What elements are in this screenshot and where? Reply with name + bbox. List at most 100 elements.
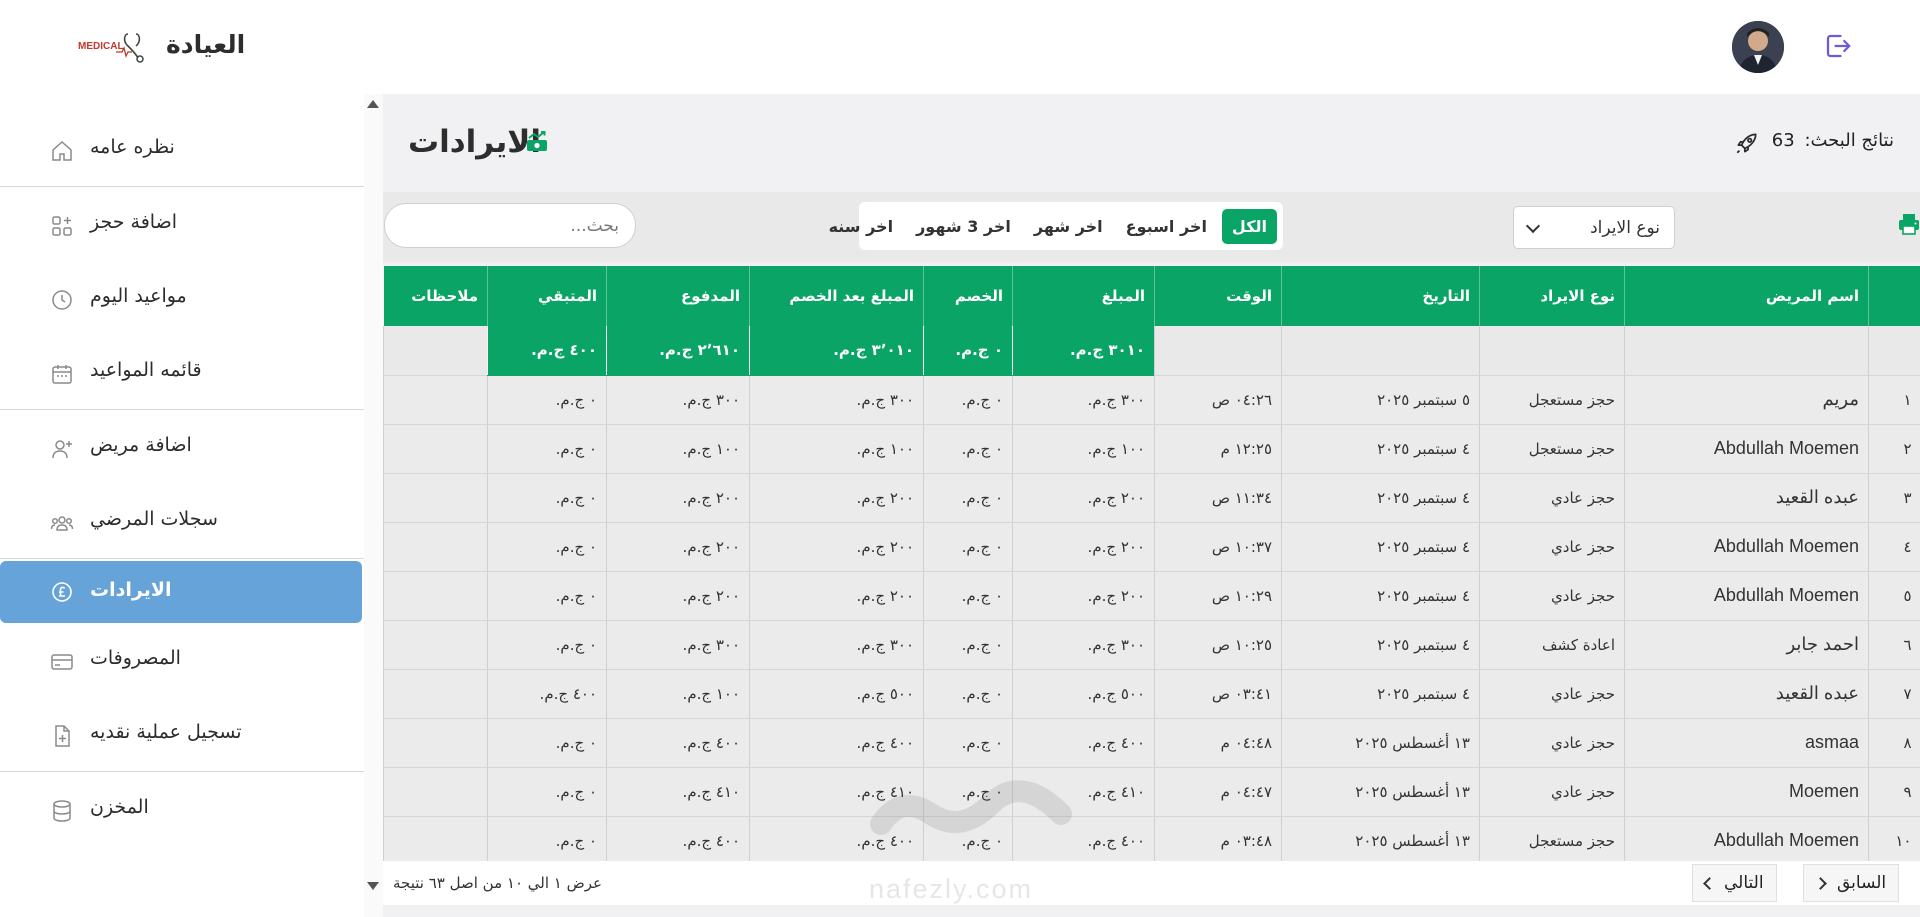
cell-row-index: ١٠ <box>1868 816 1920 861</box>
cell-discount: ٠ ج.م. <box>923 767 1013 817</box>
col-header-revenue-type[interactable]: نوع الايراد <box>1479 266 1625 326</box>
sidebar-item-label: اضافة حجز <box>90 211 178 233</box>
cell-notes <box>383 669 488 719</box>
brand[interactable]: MEDICAL العيادة <box>76 26 246 66</box>
sidebar-item-storage[interactable]: المخزن <box>0 772 364 846</box>
col-header-notes[interactable]: ملاحظات <box>383 266 488 326</box>
sidebar-divider <box>0 558 364 559</box>
previous-page-button[interactable]: السابق <box>1803 864 1900 902</box>
next-label: التالي <box>1724 873 1764 893</box>
user-avatar[interactable] <box>1732 21 1784 73</box>
cell-discount: ٠ ج.م. <box>923 816 1013 861</box>
results-count: 63 <box>1771 130 1795 151</box>
cell-amount: ٢٠٠ ج.م. <box>1012 522 1155 572</box>
chevron-right-icon <box>1814 876 1827 890</box>
col-header-remaining[interactable]: المتبقي <box>487 266 607 326</box>
cell-row-index: ١ <box>1868 375 1920 425</box>
sidebar-item-add-patient[interactable]: اضافة مريض <box>0 410 364 484</box>
col-header-discount[interactable]: الخصم <box>923 266 1013 326</box>
table-row[interactable]: ٢ Abdullah Moemen حجز مستعجل ٤ سبتمبر ٢٠٢٥ ١… <box>383 424 1920 474</box>
col-header-paid[interactable]: المدفوع <box>606 266 750 326</box>
previous-label: السابق <box>1837 873 1887 893</box>
table-row[interactable]: ٦ احمد جابر اعادة كشف ٤ سبتمبر ٢٠٢٥ ١٠:٢٥ ص٣… <box>383 620 1920 670</box>
table-row[interactable]: ١ مريم حجز مستعجل ٥ سبتمبر ٢٠٢٥ ٠٤:٢٦ ص ٣٠٠ ج… <box>383 375 1920 425</box>
table-row[interactable]: ١٠ Abdullah Moemen حجز مستعجل ١٣ أغسطس ٢٠٢٥… <box>383 816 1920 861</box>
main-content: الايرادات نتائج البحث: 63 الكل اخر اسبوع… <box>383 94 1920 917</box>
cell-amount: ٥٠٠ ج.م. <box>1012 669 1155 719</box>
users-icon <box>50 516 74 531</box>
cell-revenue-type: حجز عادي <box>1479 473 1625 523</box>
filter-last-3-months-button[interactable]: اخر 3 شهور <box>908 211 1019 242</box>
sidebar-item-overview[interactable]: نظره عامه <box>0 112 364 186</box>
cell-row-index: ٦ <box>1868 620 1920 670</box>
cell-patient-name: عبده القعيد <box>1624 473 1869 523</box>
col-header-after-discount[interactable]: المبلغ بعد الخصم <box>749 266 924 326</box>
cell-discount: ٠ ج.م. <box>923 473 1013 523</box>
results-label: نتائج البحث: <box>1804 130 1894 151</box>
table-row[interactable]: ٥ Abdullah Moemen حجز عادي ٤ سبتمبر ٢٠٢٥ ١٠:… <box>383 571 1920 621</box>
sidebar-item-label: مواعيد اليوم <box>90 285 187 307</box>
revenue-type-select[interactable]: نوع الايراد <box>1513 206 1675 249</box>
cell-patient-name: عبده القعيد <box>1624 669 1869 719</box>
sidebar-item-appointments-list[interactable]: قائمه المواعيد <box>0 335 364 409</box>
col-header-amount[interactable]: المبلغ <box>1012 266 1155 326</box>
scroll-down-arrow-icon[interactable] <box>367 882 379 890</box>
filter-last-year-button[interactable]: اخر سنه <box>821 211 902 242</box>
filter-all-button[interactable]: الكل <box>1221 208 1277 244</box>
totals-empty-cell <box>1624 326 1869 376</box>
cell-discount: ٠ ج.م. <box>923 571 1013 621</box>
cell-after-discount: ٤٠٠ ج.م. <box>749 718 924 768</box>
sidebar-item-today-appointments[interactable]: مواعيد اليوم <box>0 261 364 335</box>
sidebar-item-expenses[interactable]: المصروفات <box>0 623 364 697</box>
col-header-time[interactable]: الوقت <box>1154 266 1282 326</box>
logout-icon[interactable] <box>1823 31 1853 61</box>
revenues-table: اسم المريض نوع الايراد التاريخ الوقت الم… <box>383 266 1920 861</box>
cell-paid: ٤١٠ ج.م. <box>606 767 750 817</box>
cell-date: ١٣ أغسطس ٢٠٢٥ <box>1281 718 1480 768</box>
sidebar-item-patient-records[interactable]: سجلات المرضي <box>0 484 364 558</box>
col-header-patient-name[interactable]: اسم المريض <box>1624 266 1869 326</box>
table-footer: عرض ١ الي ١٠ من اصل ٦٣ نتيجة السابق التا… <box>383 861 1920 905</box>
cell-remaining: ٤٠٠ ج.م. <box>487 669 607 719</box>
totals-empty-cell <box>1868 326 1920 376</box>
scroll-up-arrow-icon[interactable] <box>367 100 379 108</box>
table-row[interactable]: ٣ عبده القعيد حجز عادي ٤ سبتمبر ٢٠٢٥ ١١:٣٤ ص… <box>383 473 1920 523</box>
sidebar-scrollbar[interactable] <box>364 94 383 917</box>
cell-row-index: ٤ <box>1868 522 1920 572</box>
sidebar-item-label: تسجيل عملية نقديه <box>90 721 242 743</box>
cell-time: ١٠:٣٧ ص <box>1154 522 1282 572</box>
table-row[interactable]: ٤ Abdullah Moemen حجز عادي ٤ سبتمبر ٢٠٢٥ ١٠:… <box>383 522 1920 572</box>
sidebar: نظره عامه اضافة حجز مواعيد اليوم قائمه ا… <box>0 94 383 917</box>
cell-discount: ٠ ج.م. <box>923 718 1013 768</box>
table-row[interactable]: ٧ عبده القعيد حجز عادي ٤ سبتمبر ٢٠٢٥ ٠٣:٤١ ص… <box>383 669 1920 719</box>
cell-row-index: ٥ <box>1868 571 1920 621</box>
col-header-date[interactable]: التاريخ <box>1281 266 1480 326</box>
table-row[interactable]: ٨ asmaa حجز عادي ١٣ أغسطس ٢٠٢٥ ٠٤:٤٨ م ٤٠٠ ج.… <box>383 718 1920 768</box>
filter-last-month-button[interactable]: اخر شهر <box>1026 211 1111 242</box>
cell-row-index: ٨ <box>1868 718 1920 768</box>
avatar-image <box>1732 21 1784 73</box>
table-body: ١ مريم حجز مستعجل ٥ سبتمبر ٢٠٢٥ ٠٤:٢٦ ص ٣٠٠ ج… <box>383 375 1920 861</box>
filter-toolbar: الكل اخر اسبوع اخر شهر اخر 3 شهور اخر سن… <box>383 192 1920 262</box>
card-icon <box>51 654 73 670</box>
calendar-icon <box>52 365 72 384</box>
cell-patient-name: asmaa <box>1624 718 1869 768</box>
cell-after-discount: ٣٠٠ ج.م. <box>749 375 924 425</box>
next-page-button[interactable]: التالي <box>1692 864 1777 902</box>
cell-notes <box>383 620 488 670</box>
table-row[interactable]: ٩ Moemen حجز عادي ١٣ أغسطس ٢٠٢٥ ٠٤:٤٧ م ٤١٠ ج… <box>383 767 1920 817</box>
filter-last-week-button[interactable]: اخر اسبوع <box>1118 211 1215 242</box>
sidebar-item-add-booking[interactable]: اضافة حجز <box>0 187 364 261</box>
cell-after-discount: ٢٠٠ ج.م. <box>749 473 924 523</box>
sidebar-item-cash-transaction[interactable]: تسجيل عملية نقديه <box>0 697 364 771</box>
pagination-info: عرض ١ الي ١٠ من اصل ٦٣ نتيجة <box>393 874 602 892</box>
sidebar-item-label: المصروفات <box>90 647 181 669</box>
search-input[interactable] <box>384 203 636 248</box>
print-icon[interactable] <box>1897 212 1920 236</box>
cell-remaining: ٠ ج.م. <box>487 718 607 768</box>
cell-paid: ٣٠٠ ج.م. <box>606 620 750 670</box>
sidebar-item-revenues[interactable]: الايرادات <box>0 561 362 623</box>
cell-notes <box>383 767 488 817</box>
revenues-table-container: اسم المريض نوع الايراد التاريخ الوقت الم… <box>383 266 1920 861</box>
cell-notes <box>383 375 488 425</box>
